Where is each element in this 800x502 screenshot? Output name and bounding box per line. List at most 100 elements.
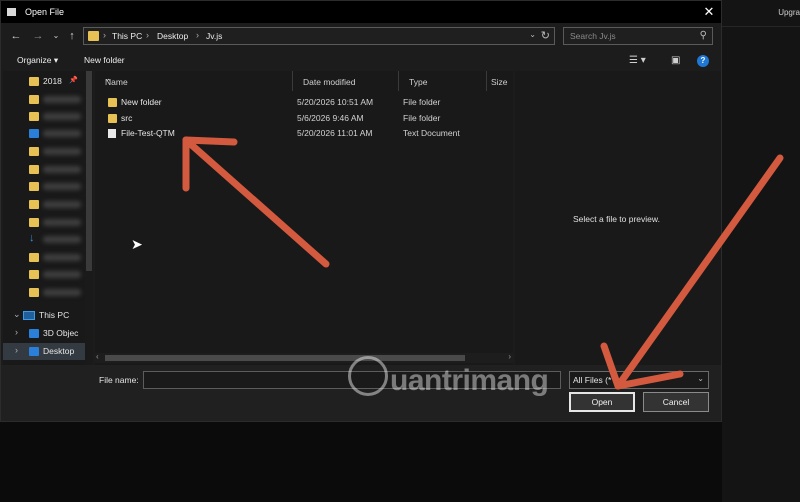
folder-icon	[29, 270, 39, 279]
column-header-name[interactable]: Name ⌃	[95, 71, 293, 91]
search-input[interactable]: Search Jv.js	[570, 31, 616, 41]
folder-icon	[29, 95, 39, 104]
sidebar-item-blurred[interactable]	[3, 249, 93, 266]
scrollbar-thumb[interactable]	[86, 71, 92, 271]
open-file-dialog: Open File ✕ ← → ⌄ ↑ › This PC › Desktop …	[0, 0, 722, 422]
sidebar-item-blurred[interactable]	[3, 284, 93, 301]
folder-icon	[29, 112, 39, 121]
filter-value: All Files (*	[573, 375, 612, 385]
sidebar-item-blurred[interactable]	[3, 91, 93, 108]
search-box[interactable]: Search Jv.js ⚲	[563, 27, 713, 45]
blurred-label	[43, 96, 81, 103]
view-options-icon[interactable]: ☰ ▾	[629, 55, 646, 66]
horizontal-scrollbar[interactable]: ‹ ›	[95, 352, 513, 363]
file-type: File folder	[403, 113, 441, 123]
scrollbar-thumb[interactable]	[105, 355, 465, 361]
navigation-pane: 2018 📌 ↓ ⌄ This PC › 3D Objec › Desktop	[3, 71, 93, 365]
folder-icon	[29, 165, 39, 174]
download-arrow-icon: ↓	[29, 232, 35, 244]
file-type: Text Document	[403, 128, 460, 138]
breadcrumb-this-pc[interactable]: This PC	[112, 31, 142, 41]
pin-icon: 📌	[69, 77, 78, 84]
upgrade-link[interactable]: Upgra	[778, 8, 800, 17]
scroll-right-icon[interactable]: ›	[508, 352, 511, 361]
blurred-label	[43, 289, 81, 296]
chevron-right-icon[interactable]: ›	[15, 327, 18, 337]
column-header-type[interactable]: Type	[399, 71, 487, 91]
folder-icon	[29, 253, 39, 262]
blurred-label	[43, 219, 81, 226]
file-date: 5/20/2026 10:51 AM	[297, 97, 374, 107]
breadcrumb-jvjs[interactable]: Jv.js	[206, 31, 222, 41]
folder-icon	[29, 129, 39, 138]
file-row[interactable]: New folder 5/20/2026 10:51 AM File folde…	[95, 95, 513, 110]
file-name: New folder	[121, 97, 162, 107]
preview-pane-icon[interactable]: ▣	[671, 55, 680, 66]
blurred-label	[43, 183, 81, 190]
sidebar-item-desktop[interactable]: › Desktop	[3, 343, 93, 360]
cancel-button[interactable]: Cancel	[643, 392, 709, 412]
sidebar-item-blurred[interactable]	[3, 108, 93, 125]
file-date: 5/6/2026 9:46 AM	[297, 113, 364, 123]
scroll-left-icon[interactable]: ‹	[96, 352, 99, 361]
text-file-icon	[108, 129, 116, 138]
refresh-icon[interactable]: ↻	[541, 29, 550, 42]
desktop-icon	[29, 347, 39, 356]
file-name: src	[121, 113, 133, 123]
up-arrow-icon[interactable]: ↑	[65, 28, 79, 44]
column-header-size[interactable]: Size	[487, 71, 513, 91]
breadcrumb-chevron-icon[interactable]: ›	[146, 30, 149, 40]
help-icon[interactable]: ?	[697, 55, 709, 67]
sidebar-item-3d-objects[interactable]: › 3D Objec	[3, 325, 93, 342]
dialog-footer: File name: All Files (* ⌄ Open Cancel	[1, 365, 721, 421]
file-row[interactable]: File-Test-QTM 5/20/2026 11:01 AM Text Do…	[95, 126, 513, 141]
close-icon[interactable]: ✕	[701, 3, 717, 21]
breadcrumb-desktop[interactable]: Desktop	[157, 31, 188, 41]
sidebar-item-downloads[interactable]: ↓	[3, 231, 93, 248]
organize-button[interactable]: Organize ▾	[17, 55, 58, 66]
sort-caret-icon: ⌃	[105, 77, 113, 87]
background-app: Upgra	[722, 0, 800, 502]
sidebar-item-this-pc[interactable]: ⌄ This PC	[3, 307, 93, 324]
file-row[interactable]: src 5/6/2026 9:46 AM File folder	[95, 111, 513, 126]
folder-icon	[29, 288, 39, 297]
folder-icon	[29, 77, 39, 86]
sidebar-item-blurred[interactable]	[3, 266, 93, 283]
folder-icon	[29, 218, 39, 227]
address-dropdown-icon[interactable]: ⌄	[529, 30, 536, 39]
file-name-field[interactable]	[143, 371, 561, 389]
address-bar[interactable]: › This PC › Desktop › Jv.js ⌄ ↻	[83, 27, 555, 45]
open-button[interactable]: Open	[569, 392, 635, 412]
back-arrow-icon[interactable]: ←	[9, 28, 23, 44]
chevron-right-icon[interactable]: ›	[15, 345, 18, 355]
sidebar-item-label: 2018	[43, 76, 62, 86]
column-header-date[interactable]: Date modified	[293, 71, 399, 91]
sidebar-item-blurred[interactable]	[3, 161, 93, 178]
file-date: 5/20/2026 11:01 AM	[297, 128, 373, 138]
title-bar: Open File ✕	[1, 1, 721, 23]
file-type-filter[interactable]: All Files (* ⌄	[569, 371, 709, 389]
sidebar-item-blurred[interactable]	[3, 178, 93, 195]
chevron-down-icon[interactable]: ⌄	[13, 309, 21, 320]
navigation-scrollbar[interactable]	[85, 71, 93, 365]
sidebar-item-blurred[interactable]	[3, 214, 93, 231]
background-divider	[722, 26, 800, 27]
folder-icon	[29, 182, 39, 191]
folder-icon	[108, 114, 117, 123]
toolbar: Organize ▾ New folder ☰ ▾ ▣ ?	[1, 51, 721, 71]
sidebar-item-2018[interactable]: 2018 📌	[3, 73, 93, 90]
sidebar-item-label: Desktop	[43, 346, 75, 356]
sidebar-item-label: 3D Objec	[43, 328, 79, 338]
blurred-label	[43, 201, 81, 208]
forward-arrow-icon[interactable]: →	[31, 28, 45, 44]
sidebar-item-blurred[interactable]	[3, 196, 93, 213]
preview-pane: Select a file to preview.	[515, 71, 721, 365]
sidebar-item-blurred[interactable]	[3, 143, 93, 160]
mouse-cursor-icon: ➤	[131, 236, 143, 252]
breadcrumb-chevron-icon[interactable]: ›	[103, 30, 106, 40]
sidebar-item-blurred[interactable]	[3, 125, 93, 142]
recent-locations-chevron-icon[interactable]: ⌄	[49, 28, 63, 44]
new-folder-button[interactable]: New folder	[84, 55, 125, 65]
breadcrumb-chevron-icon[interactable]: ›	[196, 30, 199, 40]
blurred-label	[43, 236, 81, 243]
